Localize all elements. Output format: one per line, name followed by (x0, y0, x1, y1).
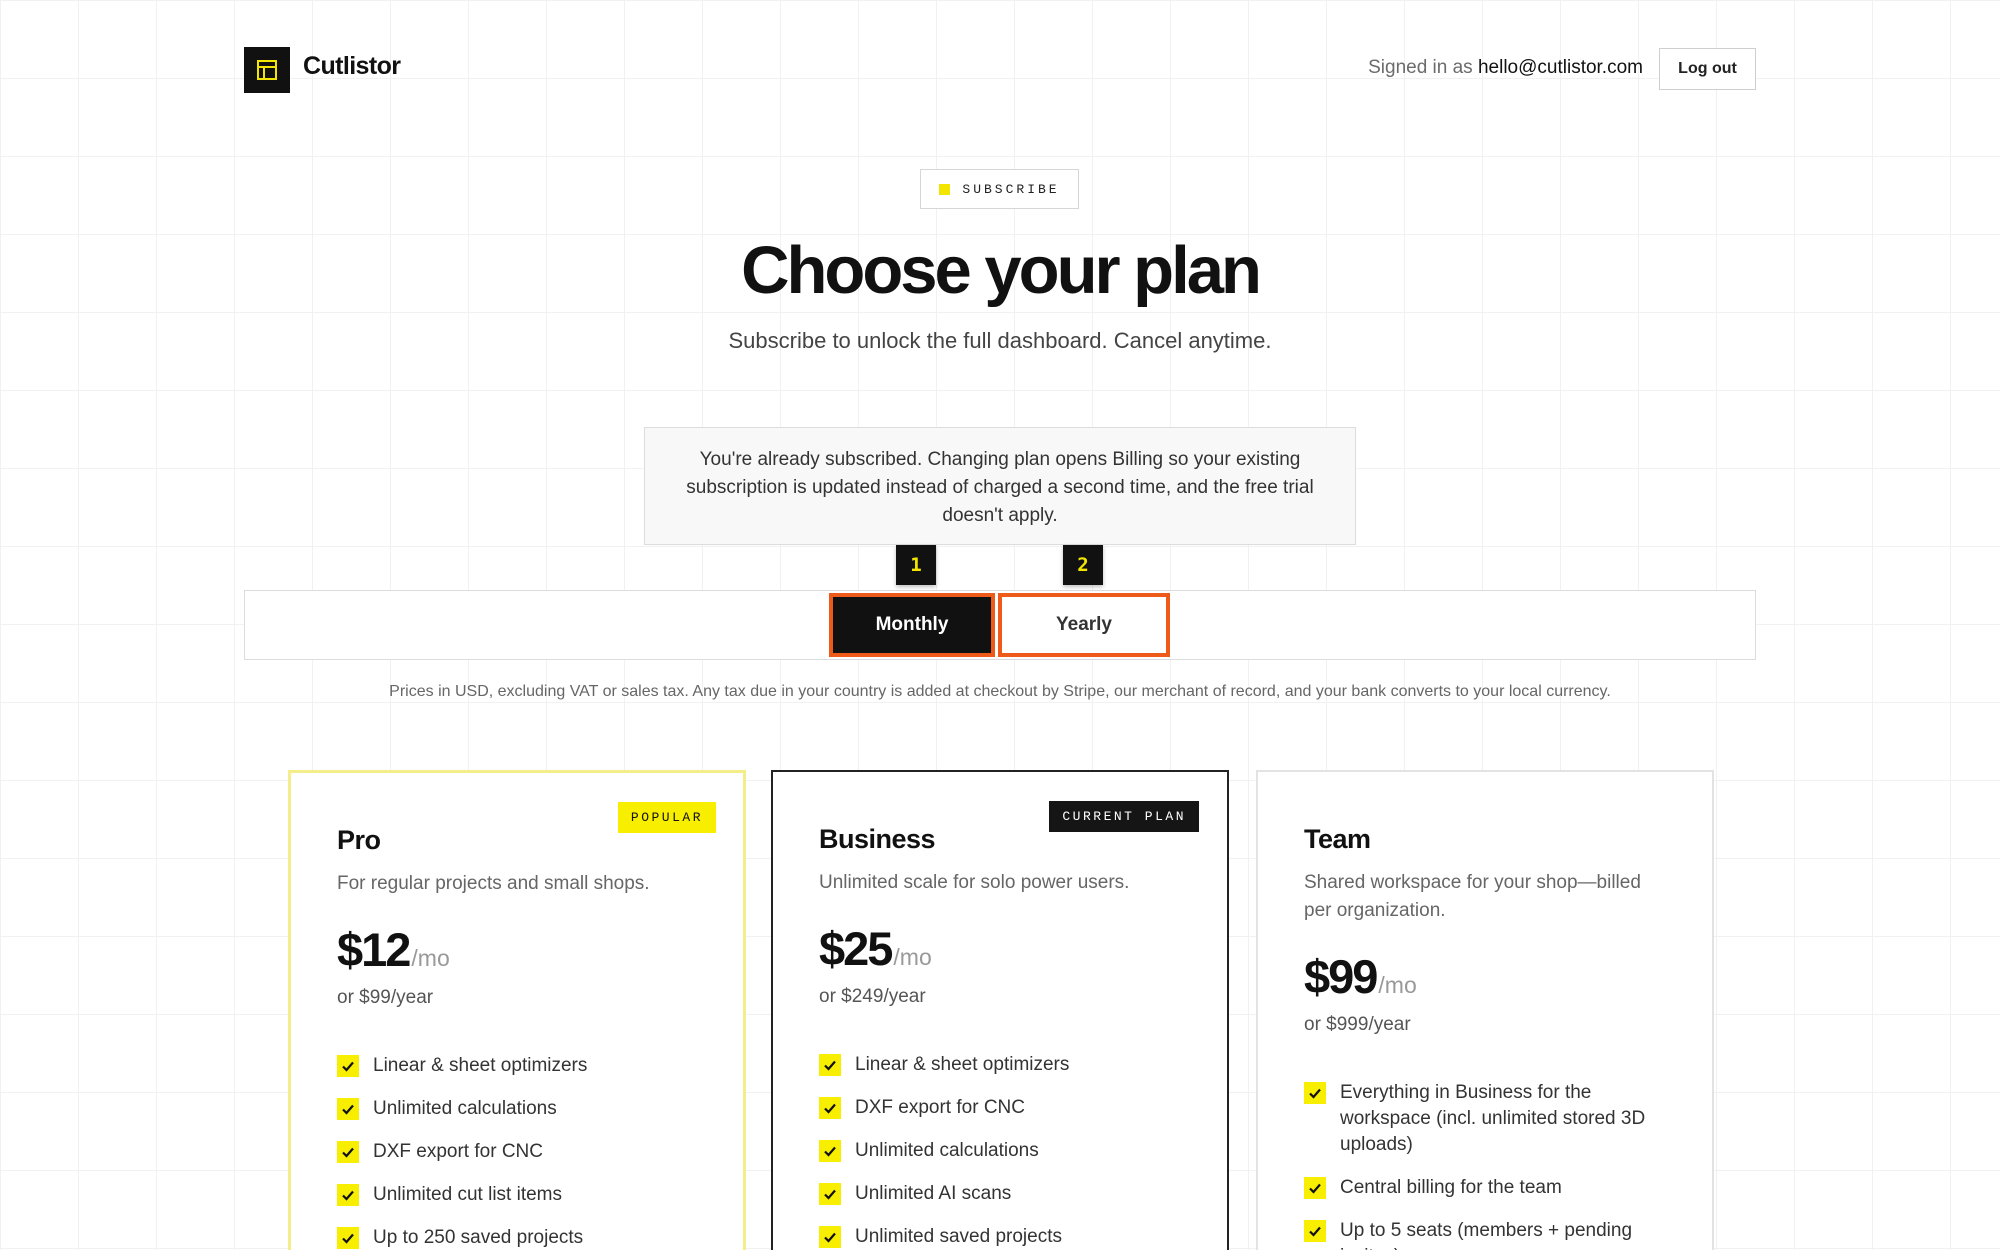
marker-1: 1 (896, 545, 936, 585)
check-icon (337, 1184, 359, 1206)
price-period: /mo (411, 945, 450, 971)
feature-item: Unlimited saved projects (819, 1224, 1181, 1250)
feature-label: Unlimited AI scans (855, 1183, 1012, 1204)
current-plan-badge: CURRENT PLAN (1049, 801, 1199, 832)
plan-price: $99 (1304, 950, 1378, 1003)
yearly-price: or $249/year (819, 986, 926, 1007)
price-row: $12 /mo (337, 922, 697, 977)
check-icon (1304, 1177, 1326, 1199)
feature-list: Linear & sheet optimizers DXF export for… (819, 1052, 1181, 1250)
feature-item: Unlimited AI scans (819, 1181, 1181, 1207)
feature-list: Everything in Business for the workspace… (1304, 1080, 1666, 1250)
plan-description: Shared workspace for your shop—billed pe… (1304, 872, 1641, 921)
feature-label: DXF export for CNC (373, 1141, 543, 1162)
feature-label: Up to 5 seats (members + pending invites… (1340, 1220, 1633, 1250)
feature-label: Everything in Business for the workspace… (1340, 1082, 1646, 1155)
plan-price: $12 (337, 923, 411, 976)
feature-label: Unlimited cut list items (373, 1184, 562, 1205)
yearly-toggle-button[interactable]: Yearly (998, 593, 1170, 657)
check-icon (337, 1098, 359, 1120)
tax-note: Prices in USD, excluding VAT or sales ta… (389, 683, 1611, 700)
eyebrow-square-icon (939, 183, 951, 195)
price-period: /mo (893, 944, 932, 970)
feature-item: Unlimited cut list items (337, 1182, 697, 1208)
signed-in-status: Signed in as hello@cutlistor.com (1368, 57, 1643, 79)
plan-card-team[interactable]: Team Shared workspace for your shop—bill… (1256, 770, 1714, 1250)
check-icon (337, 1055, 359, 1077)
feature-item: Linear & sheet optimizers (337, 1053, 697, 1079)
logout-button[interactable]: Log out (1659, 48, 1756, 90)
already-subscribed-notice: You're already subscribed. Changing plan… (644, 427, 1356, 545)
check-icon (819, 1140, 841, 1162)
feature-label: Central billing for the team (1340, 1177, 1562, 1198)
user-email: hello@cutlistor.com (1477, 57, 1643, 78)
page-title: Choose your plan (741, 233, 1262, 308)
feature-item: DXF export for CNC (819, 1095, 1181, 1121)
yearly-price: or $999/year (1304, 1014, 1411, 1035)
feature-item: Unlimited calculations (337, 1096, 697, 1122)
feature-label: Unlimited saved projects (855, 1226, 1062, 1247)
yearly-price: or $99/year (337, 987, 434, 1008)
check-icon (1304, 1220, 1326, 1242)
feature-label: Linear & sheet optimizers (373, 1055, 588, 1076)
plan-card-pro[interactable]: POPULAR Pro For regular projects and sma… (288, 770, 746, 1250)
plan-price: $25 (819, 922, 893, 975)
feature-item: Unlimited calculations (819, 1138, 1181, 1164)
page-subtitle: Subscribe to unlock the full dashboard. … (728, 328, 1272, 353)
plan-card-business[interactable]: CURRENT PLAN Business Unlimited scale fo… (771, 770, 1229, 1250)
feature-label: DXF export for CNC (855, 1097, 1025, 1118)
plan-name: Team (1304, 824, 1371, 854)
feature-item: Up to 250 saved projects (337, 1225, 697, 1250)
check-icon (819, 1054, 841, 1076)
brand-name[interactable]: Cutlistor (303, 52, 401, 81)
feature-label: Unlimited calculations (855, 1140, 1039, 1161)
feature-label: Unlimited calculations (373, 1098, 557, 1119)
subscribe-eyebrow: SUBSCRIBE (920, 169, 1079, 209)
feature-item: Linear & sheet optimizers (819, 1052, 1181, 1078)
feature-label: Linear & sheet optimizers (855, 1054, 1070, 1075)
check-icon (1304, 1082, 1326, 1104)
logo-icon[interactable] (244, 47, 290, 93)
check-icon (819, 1183, 841, 1205)
signed-in-prefix: Signed in as (1368, 57, 1473, 78)
feature-label: Up to 250 saved projects (373, 1227, 584, 1248)
price-period: /mo (1378, 972, 1417, 998)
check-icon (337, 1141, 359, 1163)
feature-item: Central billing for the team (1304, 1175, 1666, 1201)
price-row: $99 /mo (1304, 949, 1666, 1004)
feature-list: Linear & sheet optimizers Unlimited calc… (337, 1053, 697, 1250)
plan-description: Unlimited scale for solo power users. (819, 872, 1130, 893)
marker-2: 2 (1063, 545, 1103, 585)
check-icon (337, 1227, 359, 1249)
popular-badge: POPULAR (617, 802, 716, 833)
monthly-toggle-button[interactable]: Monthly (829, 593, 995, 657)
check-icon (819, 1226, 841, 1248)
feature-item: Up to 5 seats (members + pending invites… (1304, 1218, 1666, 1250)
eyebrow-label: SUBSCRIBE (962, 181, 1060, 197)
feature-item: DXF export for CNC (337, 1139, 697, 1165)
plan-description: For regular projects and small shops. (337, 873, 650, 894)
price-row: $25 /mo (819, 921, 1181, 976)
feature-item: Everything in Business for the workspace… (1304, 1080, 1666, 1158)
check-icon (819, 1097, 841, 1119)
